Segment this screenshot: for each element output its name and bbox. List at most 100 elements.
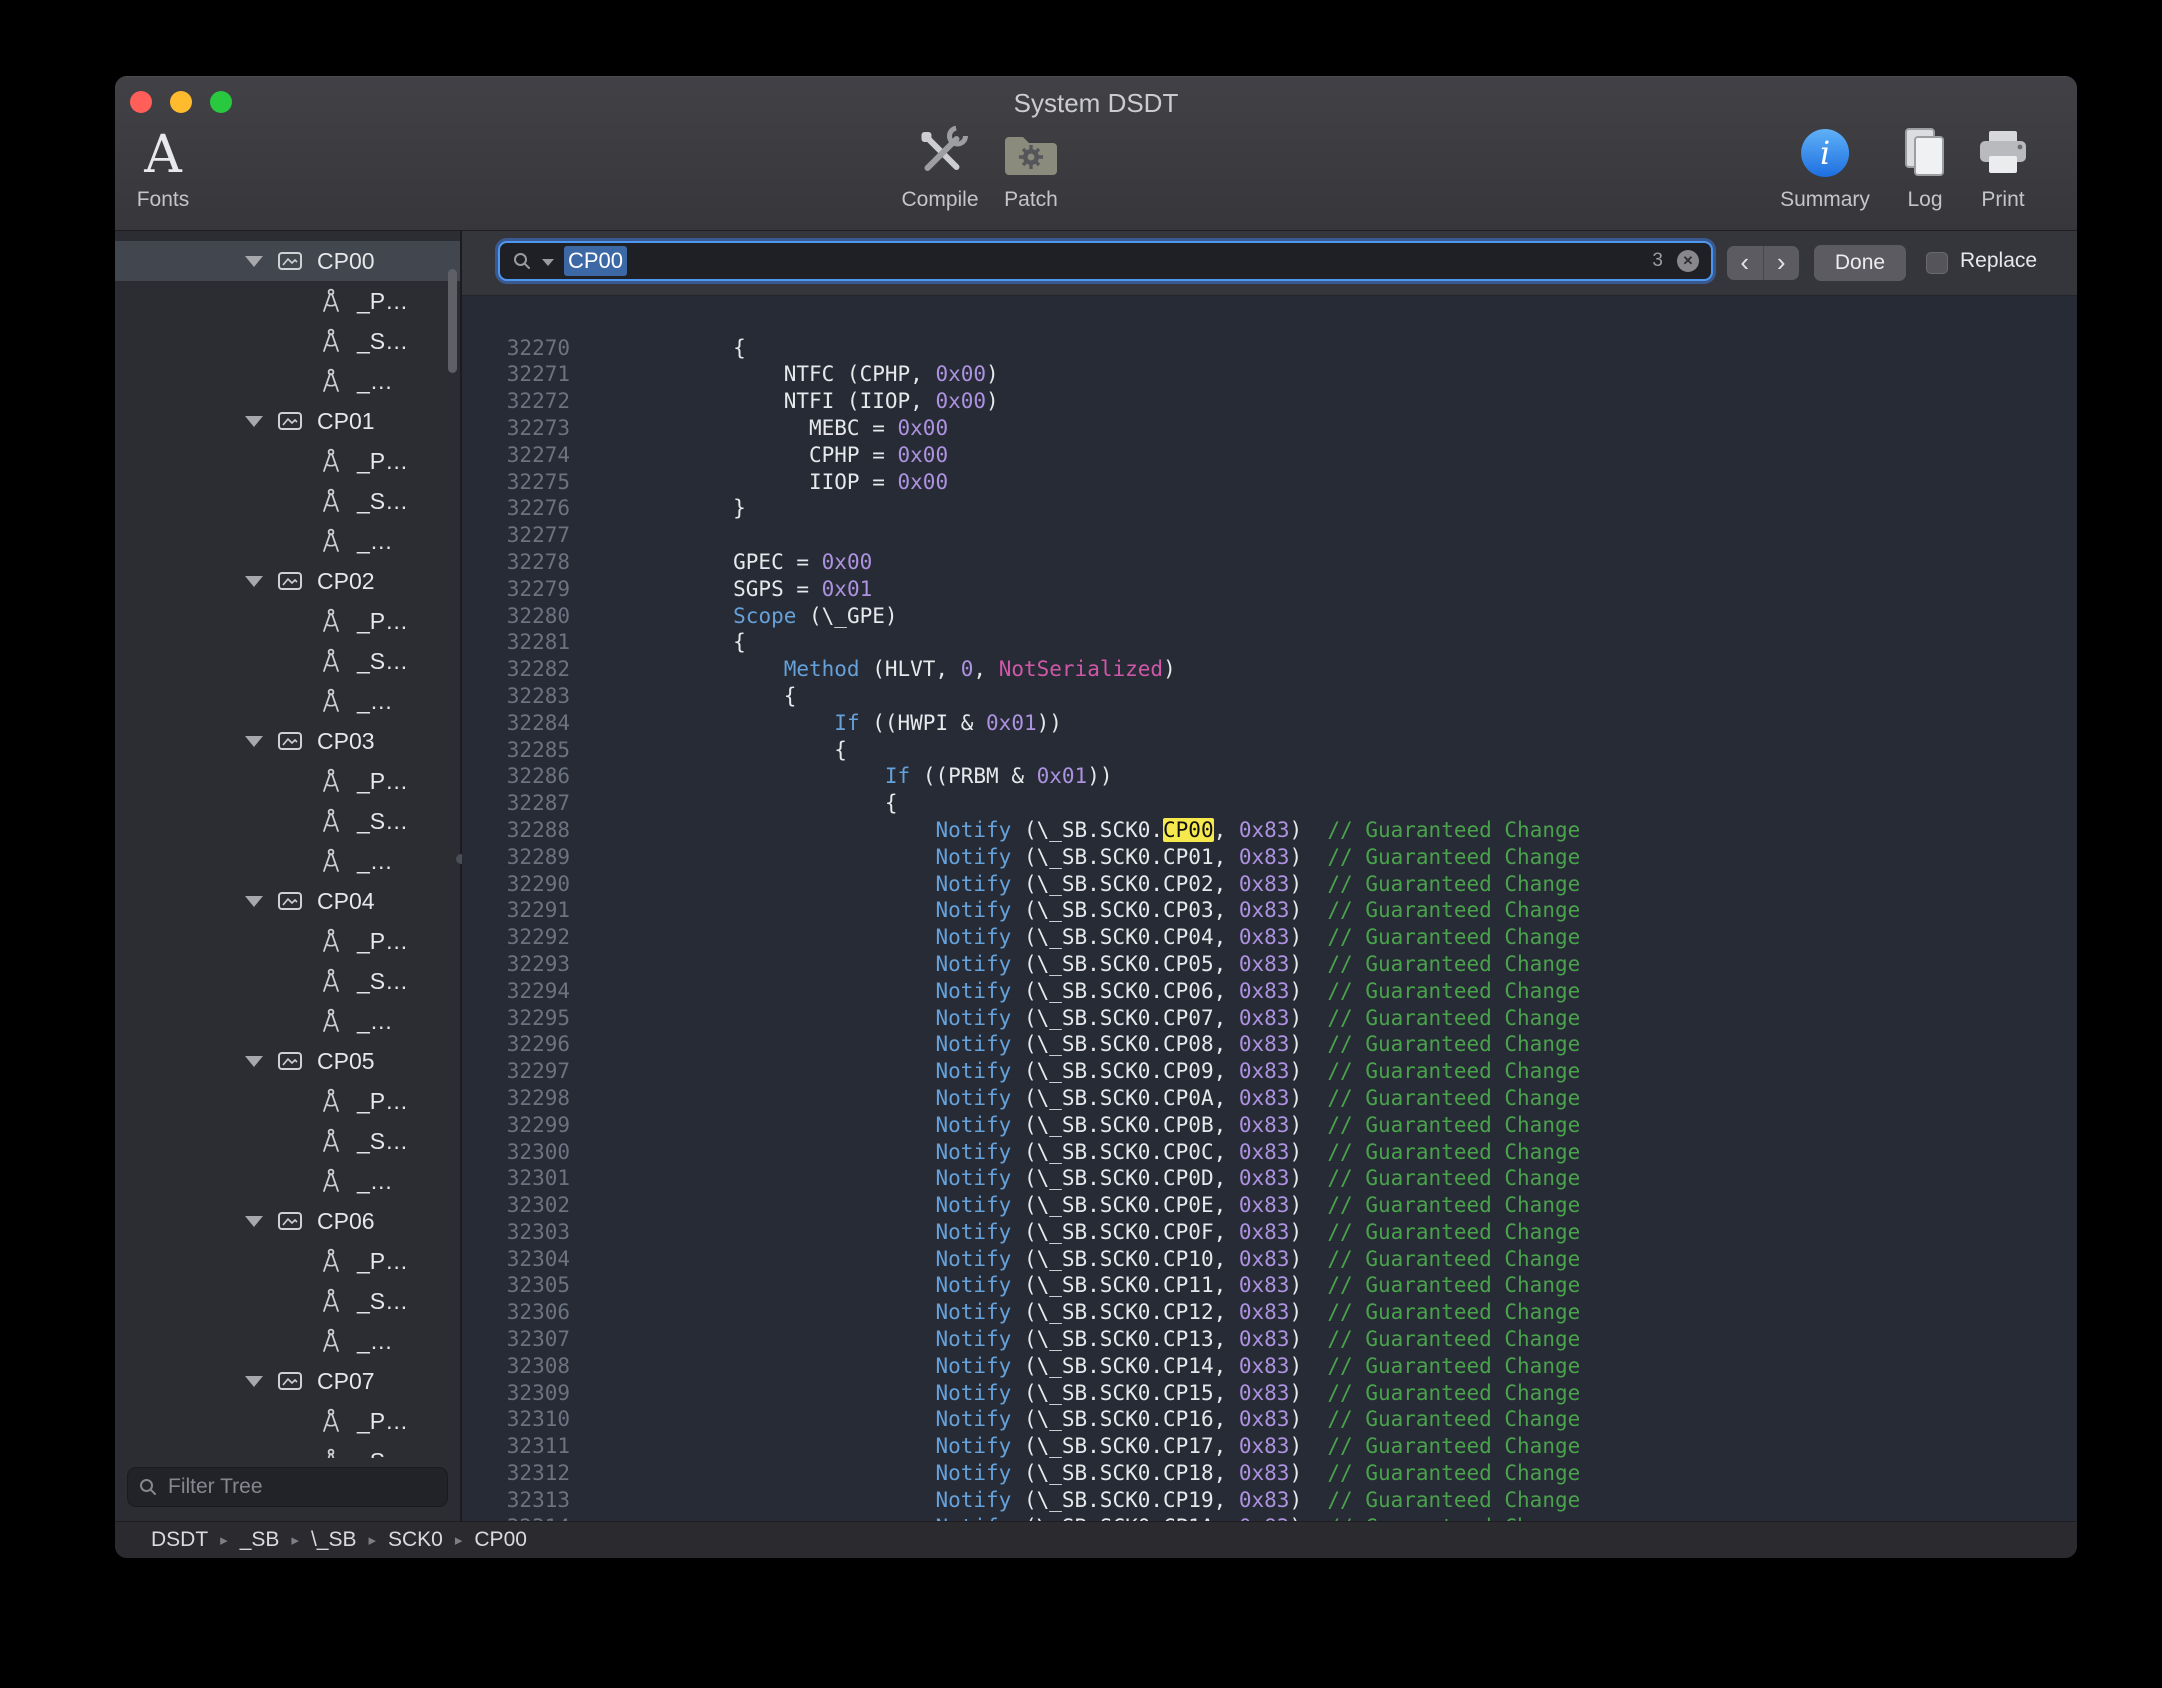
line-content: } <box>632 495 746 522</box>
line-number: 32306 <box>462 1299 570 1326</box>
sidebar-child-item[interactable]: _P… <box>115 1241 460 1281</box>
print-button[interactable]: Print <box>1975 116 2031 212</box>
sidebar-child-item[interactable]: _P… <box>115 441 460 481</box>
sidebar-item-cp01[interactable]: CP01 <box>115 401 460 441</box>
sidebar-child-item[interactable]: _P… <box>115 601 460 641</box>
code-token <box>632 1166 935 1190</box>
breadcrumb-item[interactable]: DSDT <box>151 1528 208 1552</box>
code-token: // Guaranteed Change <box>1327 925 1580 949</box>
disclosure-triangle-icon[interactable] <box>245 1376 263 1387</box>
line-number: 32272 <box>462 388 570 415</box>
code-token: { <box>632 791 898 815</box>
line-content: Notify (\_SB.SCK0.CP05, 0x83) // Guarant… <box>632 951 1580 978</box>
fonts-button[interactable]: A Fonts <box>137 116 190 212</box>
sidebar-child-item[interactable]: _P… <box>115 761 460 801</box>
replace-checkbox[interactable] <box>1926 252 1948 274</box>
search-input[interactable]: CP00 3 <box>498 241 1713 281</box>
disclosure-triangle-icon[interactable] <box>245 1216 263 1227</box>
code-token <box>632 1381 935 1405</box>
code-token: (\_SB.SCK0.CP0C, <box>1011 1140 1239 1164</box>
disclosure-triangle-icon[interactable] <box>245 896 263 907</box>
patch-button[interactable]: Patch <box>1002 116 1060 212</box>
sidebar-child-item[interactable]: _S… <box>115 321 460 361</box>
line-content: { <box>632 335 746 362</box>
sidebar-child-item[interactable]: _… <box>115 521 460 561</box>
device-icon <box>277 1050 303 1072</box>
line-number: 32286 <box>462 763 570 790</box>
clear-search-icon[interactable] <box>1677 250 1699 272</box>
sidebar-child-item[interactable]: _S… <box>115 641 460 681</box>
sidebar-child-item[interactable]: _S… <box>115 801 460 841</box>
line-number: 32293 <box>462 951 570 978</box>
disclosure-triangle-icon[interactable] <box>245 576 263 587</box>
breadcrumb-item[interactable]: CP00 <box>474 1528 527 1552</box>
sidebar-item-label: _… <box>357 528 393 555</box>
code-token: (\_SB.SCK0.CP09, <box>1011 1059 1239 1083</box>
sidebar-child-item[interactable]: _P… <box>115 1401 460 1441</box>
sidebar-item-cp02[interactable]: CP02 <box>115 561 460 601</box>
sidebar-child-item[interactable]: _S… <box>115 961 460 1001</box>
sidebar: CP00_P…_S…_…CP01_P…_S…_…CP02_P…_S…_…CP03… <box>115 231 460 1522</box>
disclosure-triangle-icon[interactable] <box>245 736 263 747</box>
disclosure-triangle-icon[interactable] <box>245 256 263 267</box>
filter-tree-field[interactable] <box>166 1474 441 1500</box>
disclosure-triangle-icon[interactable] <box>245 1056 263 1067</box>
sidebar-item-cp05[interactable]: CP05 <box>115 1041 460 1081</box>
line-number: 32285 <box>462 737 570 764</box>
sidebar-item-cp07[interactable]: CP07 <box>115 1361 460 1401</box>
line-number: 32276 <box>462 495 570 522</box>
summary-button[interactable]: i Summary <box>1780 116 1870 212</box>
sidebar-child-item[interactable]: _S… <box>115 481 460 521</box>
code-line: 32299 Notify (\_SB.SCK0.CP0B, 0x83) // G… <box>462 1112 2077 1139</box>
breadcrumb-item[interactable]: _SB <box>240 1528 280 1552</box>
line-number: 32296 <box>462 1031 570 1058</box>
breadcrumb-item[interactable]: SCK0 <box>388 1528 443 1552</box>
code-token: ) <box>1289 845 1327 869</box>
log-button[interactable]: Log <box>1898 116 1952 212</box>
sidebar-child-item[interactable]: _… <box>115 1001 460 1041</box>
find-previous-button[interactable]: ‹ <box>1727 246 1763 280</box>
sidebar-child-item[interactable]: _… <box>115 361 460 401</box>
code-token <box>632 845 935 869</box>
sidebar-child-item[interactable]: _… <box>115 841 460 881</box>
line-content: Notify (\_SB.SCK0.CP18, 0x83) // Guarant… <box>632 1460 1580 1487</box>
sidebar-child-item[interactable]: _… <box>115 681 460 721</box>
sidebar-item-cp03[interactable]: CP03 <box>115 721 460 761</box>
sidebar-item-cp06[interactable]: CP06 <box>115 1201 460 1241</box>
main-content: CP00_P…_S…_…CP01_P…_S…_…CP02_P…_S…_…CP03… <box>115 231 2077 1522</box>
sidebar-child-item[interactable]: _P… <box>115 281 460 321</box>
code-line: 32292 Notify (\_SB.SCK0.CP04, 0x83) // G… <box>462 924 2077 951</box>
line-content: Notify (\_SB.SCK0.CP0B, 0x83) // Guarant… <box>632 1112 1580 1139</box>
line-number: 32270 <box>462 335 570 362</box>
line-content: Notify (\_SB.SCK0.CP16, 0x83) // Guarant… <box>632 1406 1580 1433</box>
done-button[interactable]: Done <box>1814 245 1906 281</box>
disclosure-triangle-icon[interactable] <box>245 416 263 427</box>
sidebar-child-item[interactable]: _P… <box>115 1081 460 1121</box>
chevron-down-icon[interactable] <box>542 259 554 266</box>
code-token: // Guaranteed Change <box>1327 1461 1580 1485</box>
sidebar-item-cp00[interactable]: CP00 <box>115 241 460 281</box>
code-token: If <box>834 711 859 735</box>
code-line: 32312 Notify (\_SB.SCK0.CP18, 0x83) // G… <box>462 1460 2077 1487</box>
code-line: 32287 { <box>462 790 2077 817</box>
code-token: // Guaranteed Change <box>1327 1300 1580 1324</box>
sidebar-child-item[interactable]: _… <box>115 1161 460 1201</box>
sidebar-item-cp04[interactable]: CP04 <box>115 881 460 921</box>
method-compass-icon <box>319 528 343 554</box>
sidebar-item-label: _P… <box>357 928 408 955</box>
sidebar-child-item[interactable]: _P… <box>115 921 460 961</box>
sidebar-child-item[interactable]: _… <box>115 1321 460 1361</box>
code-token: )) <box>1037 711 1062 735</box>
filter-tree-input[interactable] <box>127 1467 448 1507</box>
code-editor[interactable]: 32270 {32271 NTFC (CPHP, 0x00)32272 NTFI… <box>462 295 2077 1522</box>
sidebar-scrollbar[interactable] <box>448 269 457 373</box>
compile-button[interactable]: Compile <box>901 116 978 212</box>
sidebar-child-item[interactable]: _S… <box>115 1121 460 1161</box>
code-token: ) <box>1289 1247 1327 1271</box>
find-next-button[interactable]: › <box>1763 246 1800 280</box>
sidebar-child-item[interactable]: _S… <box>115 1281 460 1321</box>
code-token: (\_SB.SCK0.CP03, <box>1011 898 1239 922</box>
code-token: ) <box>1289 1032 1327 1056</box>
code-token: (\_SB.SCK0.CP06, <box>1011 979 1239 1003</box>
breadcrumb-item[interactable]: \_SB <box>311 1528 357 1552</box>
